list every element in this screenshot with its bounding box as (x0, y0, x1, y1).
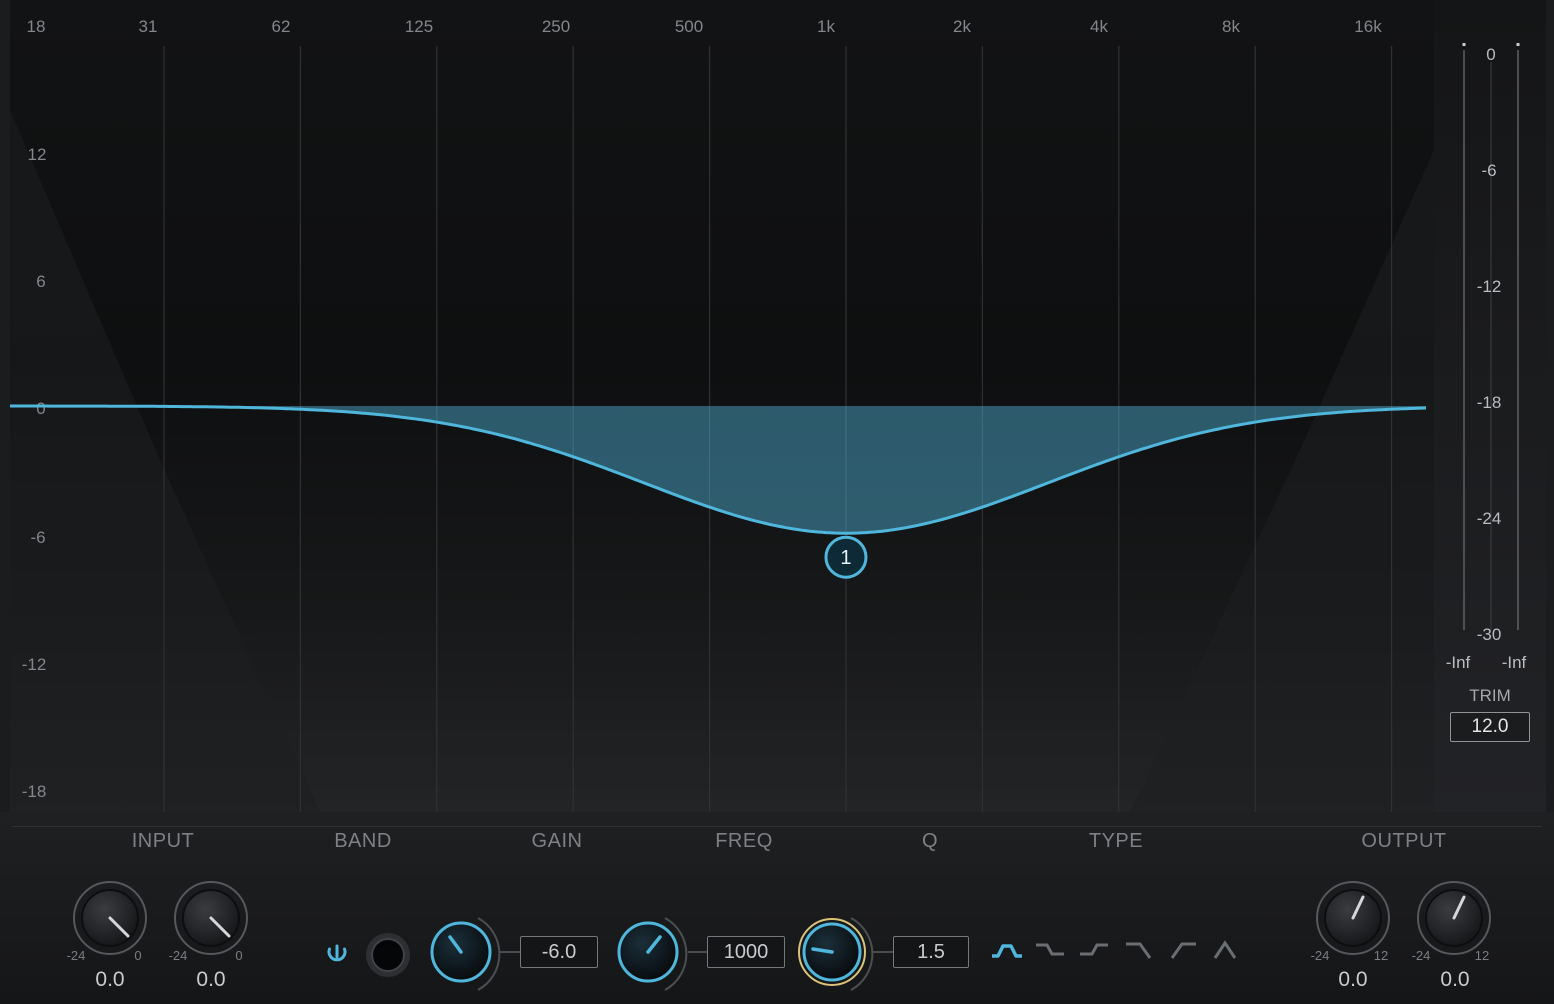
power-icon[interactable] (327, 944, 347, 962)
freq-label-16k: 16k (1354, 17, 1382, 36)
low-cut-shading (10, 110, 320, 812)
freq-label-250: 250 (542, 17, 570, 36)
input-right-value[interactable]: 0.0 (181, 968, 241, 992)
input-left-max: 0 (134, 948, 141, 963)
trim-label: TRIM (1469, 686, 1511, 705)
high-cut-shading (1130, 150, 1434, 812)
output-right-value[interactable]: 0.0 (1425, 968, 1485, 992)
freq-knob[interactable] (617, 917, 688, 991)
q-knob[interactable] (798, 917, 874, 991)
meter-scale-minus-12: -12 (1477, 277, 1502, 296)
freq-label-8k: 8k (1222, 17, 1240, 36)
frequency-axis: 18 31 62 125 250 500 1k 2k 4k 8k 16k (27, 17, 1383, 36)
freq-value-field[interactable]: 1000 (707, 936, 785, 968)
output-left-max: 12 (1374, 948, 1388, 963)
band-select-button[interactable] (366, 933, 410, 977)
db-label-12: 12 (28, 145, 47, 164)
db-label-minus-6: -6 (30, 528, 45, 547)
high-shelf-filter-icon[interactable] (1080, 943, 1108, 956)
output-right-min: -24 (1412, 948, 1431, 963)
meter-scale-minus-6: -6 (1481, 161, 1496, 180)
eq-curve-fill (10, 406, 1426, 534)
meter-scale-minus-18: -18 (1477, 393, 1502, 412)
band-1-node[interactable]: 1 (824, 535, 868, 579)
db-label-0: 0 (36, 399, 45, 418)
output-left-knob[interactable] (1316, 881, 1390, 955)
meter-canvas: 0 -6 -12 -18 -24 -30 -Inf -Inf (1446, 43, 1527, 672)
gain-value-field[interactable]: -6.0 (520, 936, 598, 968)
freq-label-4k: 4k (1090, 17, 1108, 36)
meter-right-readout: -Inf (1502, 653, 1527, 672)
db-label-6: 6 (36, 272, 45, 291)
freq-label-125: 125 (405, 17, 433, 36)
db-label-minus-12: -12 (22, 655, 47, 674)
meter-scale-minus-30: -30 (1477, 625, 1502, 644)
q-value-field[interactable]: 1.5 (893, 936, 969, 968)
input-right-max: 0 (235, 948, 242, 963)
output-right-knob[interactable] (1417, 881, 1491, 955)
low-shelf-filter-icon[interactable] (1036, 943, 1064, 956)
trim-value-field[interactable]: 12.0 (1450, 712, 1530, 742)
input-left-value[interactable]: 0.0 (80, 968, 140, 992)
freq-label-2k: 2k (953, 17, 971, 36)
low-cut-filter-icon[interactable] (1170, 942, 1196, 959)
high-cut-filter-icon[interactable] (1126, 942, 1152, 959)
output-left-min: -24 (1311, 948, 1330, 963)
output-right-max: 12 (1475, 948, 1489, 963)
freq-label-62: 62 (272, 17, 291, 36)
eq-graph-canvas[interactable]: 18 31 62 125 250 500 1k 2k 4k 8k 16k 12 … (10, 0, 1434, 812)
meter-scale-minus-24: -24 (1477, 509, 1502, 528)
input-right-min: -24 (169, 948, 188, 963)
meter-scale-0: 0 (1486, 45, 1495, 64)
freq-label-1k: 1k (817, 17, 835, 36)
notch-filter-icon[interactable] (1213, 940, 1237, 959)
input-left-knob[interactable] (73, 881, 147, 955)
gain-knob[interactable] (430, 917, 501, 991)
freq-label-31: 31 (139, 17, 158, 36)
db-label-minus-18: -18 (22, 782, 47, 801)
output-left-value[interactable]: 0.0 (1323, 968, 1383, 992)
input-left-min: -24 (67, 948, 86, 963)
band-1-label: 1 (840, 547, 851, 569)
bell-filter-icon[interactable] (992, 944, 1022, 958)
freq-label-500: 500 (675, 17, 703, 36)
eq-graph[interactable]: 18 31 62 125 250 500 1k 2k 4k 8k 16k 12 … (10, 0, 1434, 812)
meter-left-readout: -Inf (1446, 653, 1471, 672)
input-right-knob[interactable] (174, 881, 248, 955)
freq-label-18: 18 (27, 17, 46, 36)
